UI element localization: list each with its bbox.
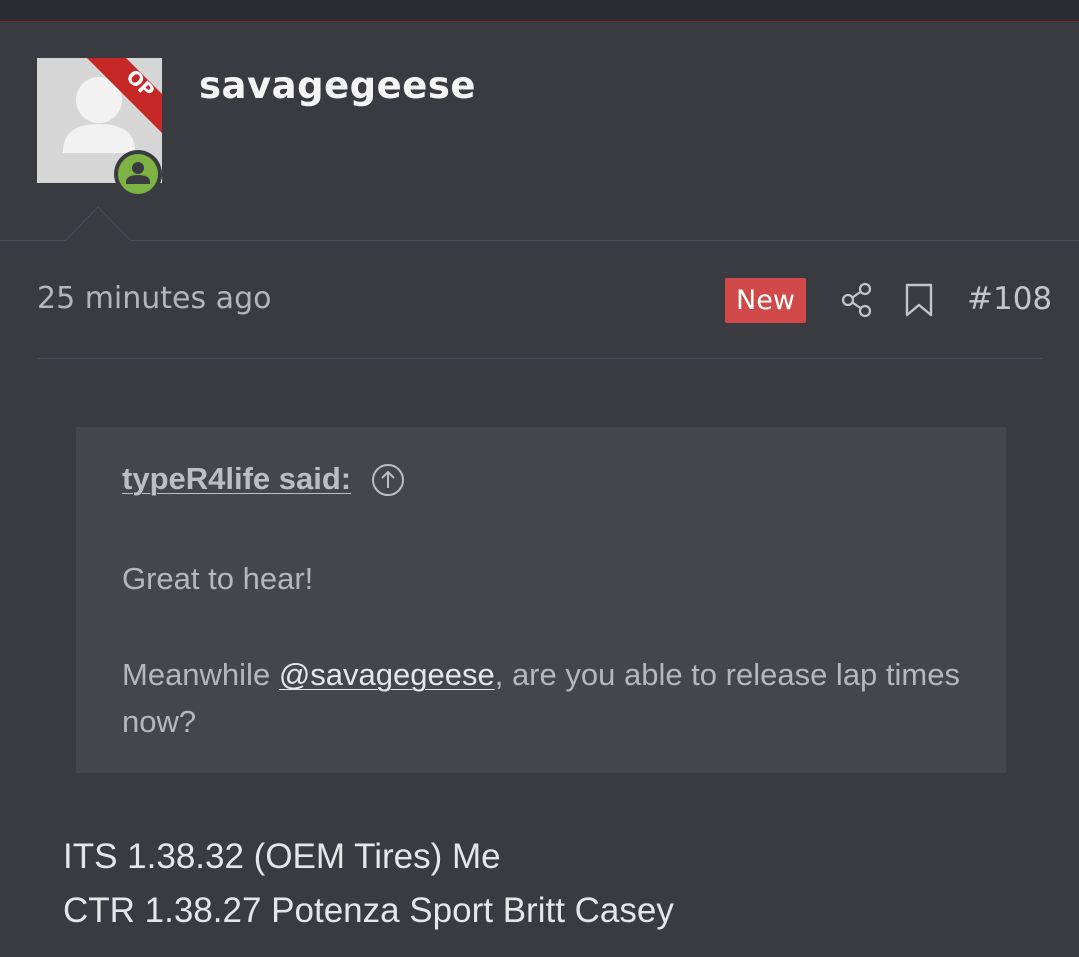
share-icon[interactable]	[840, 282, 874, 318]
quote-author-link[interactable]: typeR4life said:	[122, 461, 351, 497]
post-number-link[interactable]: #108	[967, 281, 1052, 317]
post-timestamp[interactable]: 25 minutes ago	[37, 281, 271, 316]
post-body-line: CTR 1.38.27 Potenza Sport Britt Casey	[63, 891, 674, 930]
new-badge: New	[725, 278, 806, 323]
arrow-up-circle-icon[interactable]	[371, 463, 405, 497]
header-divider	[0, 240, 1079, 241]
post-body-line: ITS 1.38.32 (OEM Tires) Me	[63, 837, 501, 876]
quote-text-segment: Meanwhile	[122, 657, 279, 692]
bookmark-icon[interactable]	[904, 282, 934, 318]
quote-text-paragraph: Meanwhile @savagegeese, are you able to …	[122, 651, 962, 745]
meta-divider	[37, 358, 1042, 359]
username[interactable]: savagegeese	[199, 64, 476, 107]
quote-text-line: Great to hear!	[122, 561, 314, 596]
top-bar	[0, 0, 1079, 22]
online-user-icon	[114, 150, 162, 198]
user-mention-link[interactable]: @savagegeese	[279, 657, 495, 692]
quote-block: typeR4life said: Great to hear! Meanwhil…	[76, 427, 1006, 773]
